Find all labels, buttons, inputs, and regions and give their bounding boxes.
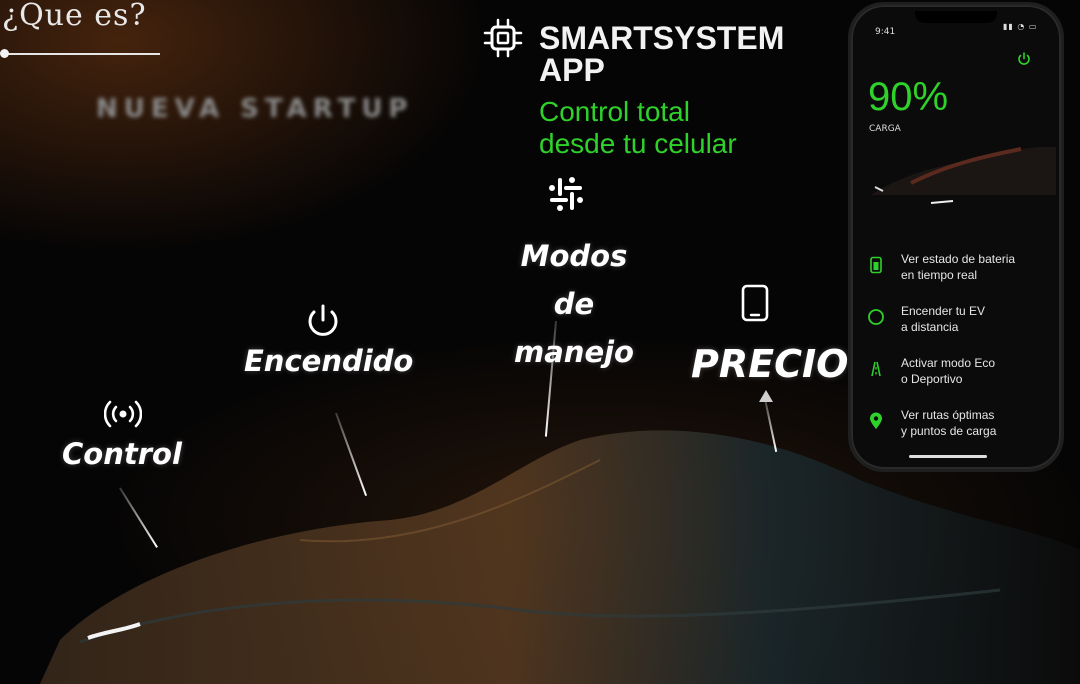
phone-car-image	[871, 146, 1056, 204]
phone-feature-remote-start[interactable]: Encender tu EV a distancia	[867, 303, 1047, 337]
antenna-icon	[104, 400, 142, 428]
modos-line1: Modos de	[520, 239, 628, 321]
app-subtitle-line1: Control total	[539, 96, 690, 127]
phone-feature-line2: a distancia	[901, 320, 959, 334]
wifi-icon: ◔	[1017, 22, 1026, 31]
battery-label: CARGA	[869, 124, 901, 134]
question-heading: ¿Que es?	[2, 0, 147, 33]
app-subtitle: Control total desde tu celular	[539, 96, 799, 160]
feature-control: Control	[62, 437, 182, 471]
phone-feature-drive-mode[interactable]: Activar modo Eco o Deportivo	[867, 355, 1047, 389]
phone-feature-line2: o Deportivo	[901, 372, 963, 386]
status-time: 9:41	[875, 27, 896, 37]
status-icons: ▮▮ ◔ ▭	[1003, 22, 1037, 31]
battery-icon	[870, 256, 882, 274]
phone-feature-text: Ver rutas óptimas y puntos de carga	[901, 407, 1051, 439]
phone-feature-line1: Ver estado de bateria	[901, 252, 1016, 266]
app-title-line2: APP	[539, 52, 605, 88]
feature-encendido: Encendido	[244, 344, 414, 378]
underline-dot	[0, 49, 9, 58]
startup-label: NUEVA STARTUP	[96, 94, 414, 124]
phone-feature-text: Activar modo Eco o Deportivo	[901, 355, 1051, 387]
phone-feature-battery-status[interactable]: Ver estado de bateria en tiempo real	[867, 251, 1047, 285]
phone-scrollbar[interactable]	[1063, 135, 1064, 195]
phone-feature-text: Ver estado de bateria en tiempo real	[901, 251, 1051, 283]
feature-modos-de-manejo: Modos de manejo	[500, 232, 648, 376]
location-pin-icon	[870, 412, 882, 429]
phone-feature-line2: y puntos de carga	[901, 424, 997, 438]
phone-feature-line1: Ver rutas óptimas	[901, 408, 995, 422]
arrow-up-icon	[759, 390, 773, 402]
app-title: SMARTSYSTEM APP	[539, 22, 839, 86]
circle-icon	[868, 309, 884, 325]
phone-feature-line1: Encender tu EV	[901, 304, 986, 318]
home-indicator[interactable]	[909, 455, 987, 458]
app-title-line1: SMARTSYSTEM	[539, 20, 785, 56]
modos-line2: manejo	[514, 335, 634, 369]
battery-status-icon: ▭	[1028, 22, 1038, 31]
slack-icon	[549, 177, 583, 211]
phone-feature-line2: en tiempo real	[901, 268, 978, 282]
battery-percentage: 90%	[868, 75, 949, 119]
power-button-icon[interactable]	[1017, 52, 1031, 66]
phone-feature-routes[interactable]: Ver rutas óptimas y puntos de carga	[867, 407, 1047, 441]
phone-feature-text: Encender tu EV a distancia	[901, 303, 1051, 335]
feature-precio: PRECIO	[691, 342, 849, 386]
app-subtitle-line2: desde tu celular	[539, 128, 737, 159]
phone-feature-line1: Activar modo Eco	[901, 356, 996, 370]
power-icon	[308, 304, 338, 336]
road-icon	[871, 361, 881, 377]
phone-notch	[915, 11, 997, 23]
phone-mockup: 9:41 ▮▮ ◔ ▭ 90% CARGA Ver estado de bate…	[848, 2, 1064, 472]
chip-icon	[483, 18, 523, 58]
heading-underline	[4, 53, 160, 55]
signal-icon: ▮▮	[1003, 22, 1014, 31]
tablet-icon	[741, 284, 769, 322]
